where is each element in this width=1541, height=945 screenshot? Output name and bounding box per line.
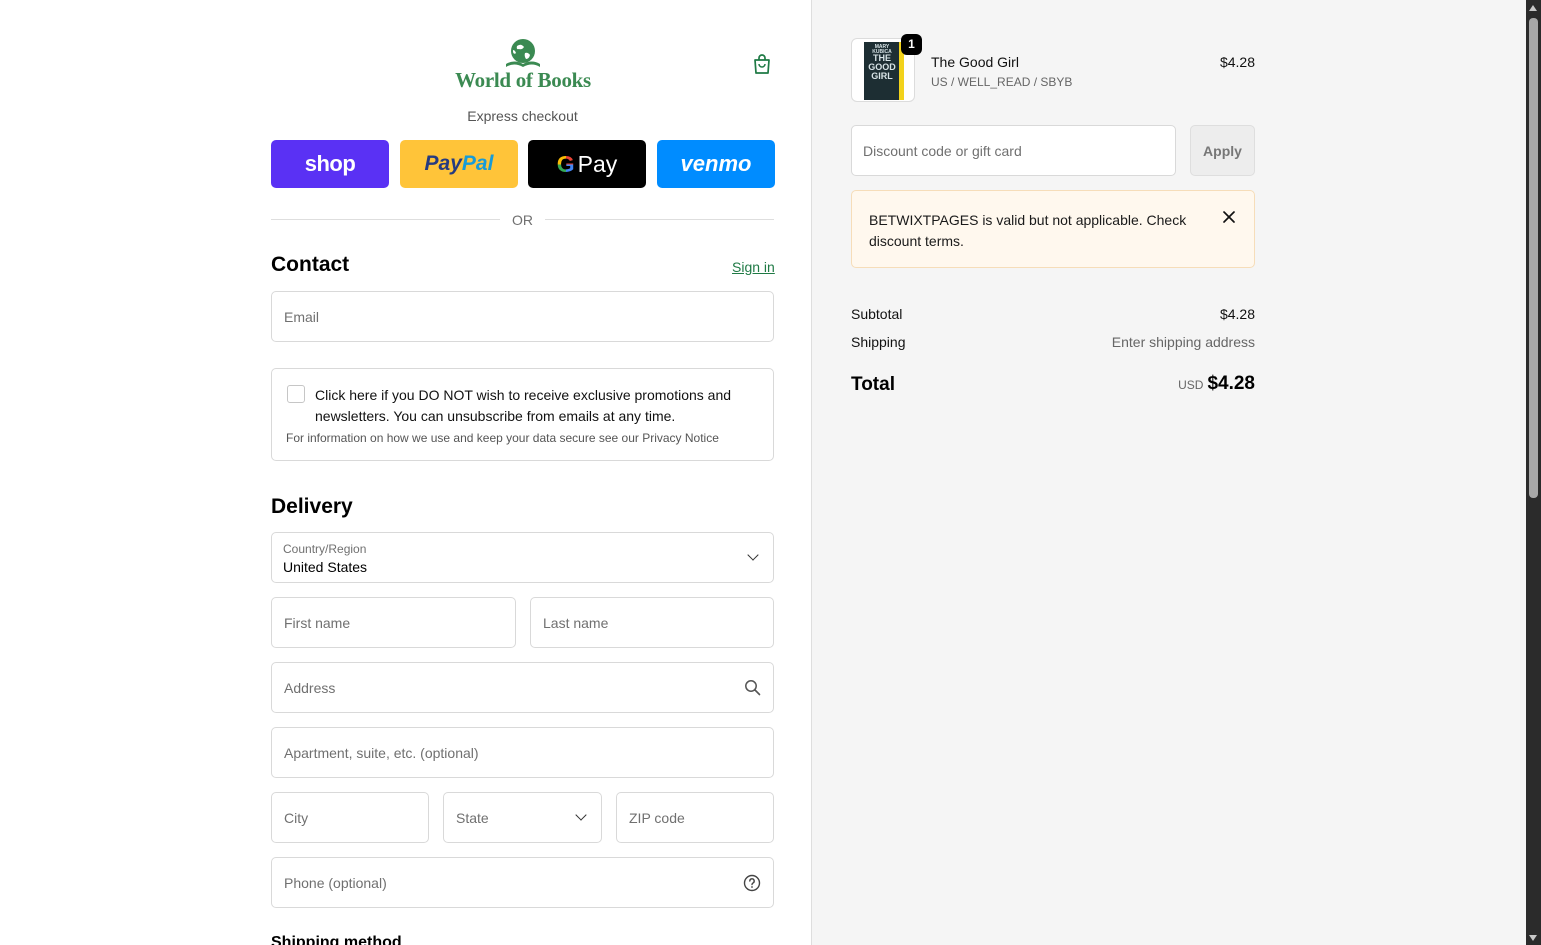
paypal-label-a: Pay: [424, 152, 462, 175]
help-circle-icon[interactable]: [743, 874, 761, 892]
google-g-icon: G: [556, 150, 575, 177]
product-variant: US / WELL_READ / SBYB: [931, 75, 1073, 89]
express-checkout-label: Express checkout: [467, 108, 578, 124]
delivery-heading: Delivery: [271, 495, 353, 518]
google-pay-button[interactable]: G Pay: [528, 140, 646, 188]
product-name: The Good Girl: [931, 54, 1019, 70]
cover-title-line3: GIRL: [871, 71, 893, 81]
country-region-select[interactable]: Country/Region United States: [271, 532, 774, 583]
contact-heading: Contact: [271, 253, 350, 276]
paypal-button[interactable]: Pay Pal: [400, 140, 518, 188]
shipping-method-heading: Shipping method: [271, 934, 402, 945]
sign-in-link[interactable]: Sign in: [732, 259, 775, 275]
last-name-field[interactable]: Last name: [530, 597, 774, 648]
city-placeholder: City: [284, 809, 309, 826]
first-name-field[interactable]: First name: [271, 597, 516, 648]
paypal-label-b: Pal: [461, 152, 494, 175]
shipping-value: Enter shipping address: [1111, 334, 1255, 350]
country-region-label: Country/Region: [283, 542, 367, 556]
shop-pay-label: shop: [304, 151, 356, 176]
shop-pay-button[interactable]: shop: [271, 140, 389, 188]
globe-book-icon: [506, 39, 540, 67]
page-scrollbar[interactable]: [1526, 0, 1541, 945]
zip-code-placeholder: ZIP code: [629, 809, 685, 826]
privacy-notice-text: For information on how we use and keep y…: [286, 431, 719, 445]
city-field[interactable]: City: [271, 792, 429, 843]
apply-discount-label: Apply: [1203, 142, 1242, 159]
subtotal-label: Subtotal: [851, 306, 903, 322]
close-icon[interactable]: [1222, 210, 1236, 224]
newsletter-optout-label[interactable]: Click here if you DO NOT wish to receive…: [315, 385, 755, 427]
scroll-up-arrow-icon[interactable]: [1529, 5, 1537, 11]
product-price: $4.28: [1219, 54, 1255, 70]
newsletter-optout-box: Click here if you DO NOT wish to receive…: [271, 368, 774, 461]
subtotal-value: $4.28: [1219, 306, 1255, 322]
state-placeholder: State: [456, 809, 489, 826]
newsletter-optout-checkbox[interactable]: [287, 385, 305, 403]
scroll-down-arrow-icon[interactable]: [1529, 935, 1537, 941]
brand-wordmark: World of Books: [455, 68, 591, 92]
zip-code-field[interactable]: ZIP code: [616, 792, 774, 843]
scrollbar-thumb[interactable]: [1529, 18, 1538, 498]
discount-code-input[interactable]: Discount code or gift card: [851, 125, 1176, 176]
shipping-label: Shipping: [851, 334, 906, 350]
state-select[interactable]: State: [443, 792, 602, 843]
checkout-main-panel: World of Books Express checkout shop Pay…: [0, 0, 812, 945]
apply-discount-button[interactable]: Apply: [1190, 125, 1255, 176]
search-icon[interactable]: [744, 679, 761, 696]
google-pay-label: Pay: [577, 150, 618, 177]
apartment-placeholder: Apartment, suite, etc. (optional): [284, 744, 479, 761]
discount-notice-banner: BETWIXTPAGES is valid but not applicable…: [851, 190, 1255, 268]
discount-notice-text: BETWIXTPAGES is valid but not applicable…: [869, 212, 1187, 249]
phone-placeholder: Phone (optional): [284, 874, 387, 891]
chevron-down-icon: [747, 549, 759, 561]
country-region-value: United States: [283, 559, 368, 575]
first-name-placeholder: First name: [284, 614, 351, 631]
discount-code-placeholder: Discount code or gift card: [863, 142, 1022, 159]
phone-field[interactable]: Phone (optional): [271, 857, 774, 908]
venmo-button[interactable]: venmo: [657, 140, 775, 188]
shopping-bag-icon[interactable]: [750, 52, 774, 76]
total-amount: USD $4.28: [1100, 373, 1255, 395]
divider-right: [545, 219, 774, 220]
email-placeholder: Email: [284, 308, 320, 325]
chevron-down-icon: [575, 809, 587, 821]
last-name-placeholder: Last name: [543, 614, 609, 631]
total-label: Total: [851, 374, 895, 395]
divider-left: [271, 219, 500, 220]
total-currency: USD: [1178, 378, 1204, 392]
brand-logo[interactable]: World of Books: [452, 36, 594, 92]
venmo-label: venmo: [680, 151, 752, 176]
apartment-field[interactable]: Apartment, suite, etc. (optional): [271, 727, 774, 778]
email-field[interactable]: Email: [271, 291, 774, 342]
book-cover-image: MARY KUBICA THE GOOD GIRL: [864, 42, 904, 100]
quantity-badge: 1: [901, 34, 922, 55]
address-field[interactable]: Address: [271, 662, 774, 713]
address-placeholder: Address: [284, 679, 336, 696]
total-value: $4.28: [1207, 373, 1255, 394]
or-divider-text: OR: [512, 212, 533, 228]
